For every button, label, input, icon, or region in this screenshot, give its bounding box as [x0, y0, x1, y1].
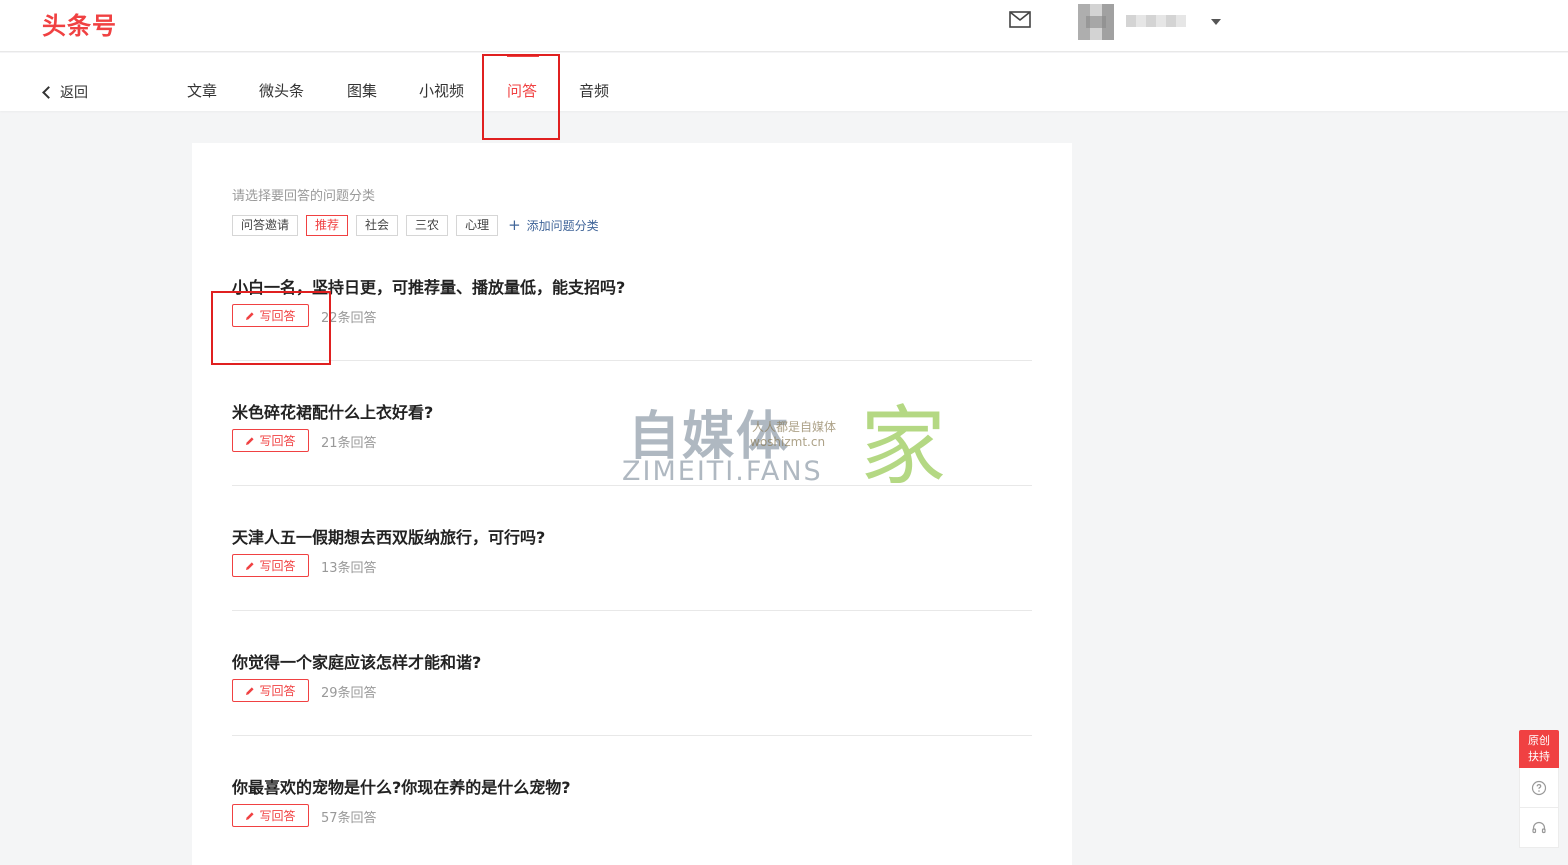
category-prompt: 请选择要回答的问题分类 — [232, 189, 376, 204]
question-item: 小白一名，坚持日更，可推荐量、播放量低，能支招吗? 写回答 22条回答 — [232, 274, 1032, 399]
pencil-icon — [246, 686, 255, 695]
write-answer-label: 写回答 — [259, 809, 296, 823]
write-answer-button[interactable]: 写回答 — [232, 554, 309, 577]
logo[interactable]: 头条号 — [42, 6, 117, 41]
nav-bar: 返回 文章 微头条 图集 小视频 问答 音频 — [0, 53, 1568, 111]
highlight-box-qa-tab — [482, 54, 560, 140]
avatar[interactable] — [1078, 4, 1114, 40]
pencil-icon — [246, 436, 255, 445]
top-bar: 头条号 — [0, 0, 1568, 52]
pencil-icon — [246, 811, 255, 820]
category-invitations[interactable]: 问答邀请 — [232, 215, 299, 236]
tab-gallery[interactable]: 图集 — [347, 80, 377, 101]
divider — [232, 485, 1032, 486]
question-item: 米色碎花裙配什么上衣好看? 写回答 21条回答 — [232, 399, 1032, 524]
category-psychology[interactable]: 心理 — [456, 215, 499, 236]
write-answer-label: 写回答 — [259, 434, 296, 448]
write-answer-button[interactable]: 写回答 — [232, 429, 309, 452]
question-title[interactable]: 你最喜欢的宠物是什么?你现在养的是什么宠物? — [232, 774, 571, 798]
qa-card: 请选择要回答的问题分类 问答邀请 推荐 社会 三农 心理 + 添加问题分类 小白… — [192, 143, 1072, 865]
highlight-box-answer-button — [211, 291, 331, 365]
tab-short-video[interactable]: 小视频 — [419, 80, 464, 101]
chevron-down-icon[interactable] — [1211, 19, 1221, 25]
tab-audio[interactable]: 音频 — [579, 80, 609, 101]
question-item: 天津人五一假期想去西双版纳旅行，可行吗? 写回答 13条回答 — [232, 524, 1032, 649]
help-button[interactable] — [1519, 768, 1559, 808]
back-button[interactable]: 返回 — [42, 82, 88, 102]
add-category-label: 添加问题分类 — [526, 219, 599, 233]
plus-icon: + — [508, 216, 521, 234]
question-title[interactable]: 天津人五一假期想去西双版纳旅行，可行吗? — [232, 524, 545, 548]
question-title[interactable]: 米色碎花裙配什么上衣好看? — [232, 399, 433, 423]
write-answer-button[interactable]: 写回答 — [232, 679, 309, 702]
answer-count: 13条回答 — [321, 561, 377, 576]
add-category-link[interactable]: + 添加问题分类 — [508, 217, 599, 234]
back-label: 返回 — [60, 85, 88, 101]
category-society[interactable]: 社会 — [356, 215, 399, 236]
pencil-icon — [246, 561, 255, 570]
write-answer-label: 写回答 — [259, 559, 296, 573]
answer-count: 29条回答 — [321, 686, 377, 701]
tab-micro-post[interactable]: 微头条 — [259, 80, 304, 101]
mail-icon[interactable] — [1009, 11, 1031, 28]
question-item: 你觉得一个家庭应该怎样才能和谐? 写回答 29条回答 — [232, 649, 1032, 774]
answer-count: 21条回答 — [321, 436, 377, 451]
answer-count: 57条回答 — [321, 811, 377, 826]
original-support-line1: 原创 — [1528, 734, 1550, 747]
question-item: 你最喜欢的宠物是什么?你现在养的是什么宠物? 写回答 57条回答 — [232, 774, 1032, 865]
headset-icon — [1532, 821, 1546, 833]
write-answer-button[interactable]: 写回答 — [232, 804, 309, 827]
divider — [232, 360, 1032, 361]
username-blurred[interactable] — [1126, 15, 1186, 27]
question-circle-icon — [1531, 780, 1547, 795]
original-support-line2: 扶持 — [1528, 750, 1550, 763]
category-list: 问答邀请 推荐 社会 三农 心理 + 添加问题分类 — [232, 215, 599, 236]
chevron-left-icon — [42, 85, 55, 99]
write-answer-label: 写回答 — [259, 684, 296, 698]
category-agriculture[interactable]: 三农 — [406, 215, 449, 236]
divider — [232, 735, 1032, 736]
question-title[interactable]: 你觉得一个家庭应该怎样才能和谐? — [232, 649, 481, 673]
divider — [232, 610, 1032, 611]
customer-service-button[interactable] — [1519, 808, 1559, 848]
side-float-panel: 原创 扶持 — [1519, 730, 1559, 848]
tab-article[interactable]: 文章 — [187, 80, 217, 101]
original-support-button[interactable]: 原创 扶持 — [1519, 730, 1559, 768]
category-recommended[interactable]: 推荐 — [306, 215, 349, 236]
